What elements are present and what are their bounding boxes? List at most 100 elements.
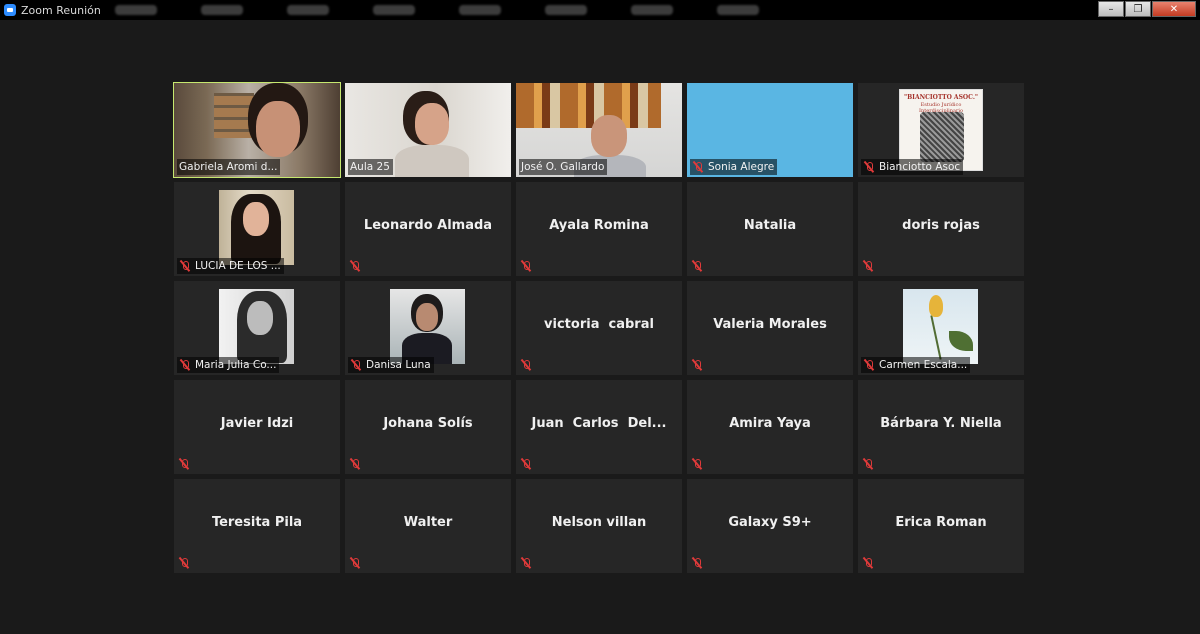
participant-display-name: Bárbara Y. Niella bbox=[880, 415, 1002, 431]
muted-mic-icon bbox=[520, 557, 532, 569]
participant-label: Gabriela Aromi d... bbox=[177, 159, 281, 175]
blurred-toolbar bbox=[115, 5, 759, 15]
participant-tile-javier-idzi[interactable]: Javier Idzi bbox=[174, 380, 340, 474]
participant-label: Maria Julia Co... bbox=[177, 357, 280, 373]
muted-mic-icon bbox=[178, 557, 190, 569]
participant-tile-johana-solis[interactable]: Johana Solís bbox=[345, 380, 511, 474]
participant-label: José O. Gallardo bbox=[519, 159, 608, 175]
muted-mic-icon bbox=[691, 260, 703, 272]
participant-tile-teresita-pila[interactable]: Teresita Pila bbox=[174, 479, 340, 573]
muted-mic-icon bbox=[691, 557, 703, 569]
picture-illustration bbox=[920, 112, 964, 162]
zoom-app-icon bbox=[4, 4, 16, 16]
participant-display-name: Galaxy S9+ bbox=[728, 514, 812, 530]
participant-tile-nelson-villan[interactable]: Nelson villan bbox=[516, 479, 682, 573]
profile-picture bbox=[219, 289, 294, 364]
window-title: Zoom Reunión bbox=[21, 3, 101, 17]
blurred-item bbox=[459, 5, 501, 15]
minimize-button[interactable]: – bbox=[1098, 1, 1124, 17]
participant-display-name: Leonardo Almada bbox=[363, 217, 493, 233]
participant-tile-natalia[interactable]: Natalia bbox=[687, 182, 853, 276]
participant-name: Aula 25 bbox=[350, 161, 390, 173]
participant-display-name: Nelson villan bbox=[551, 514, 647, 530]
blurred-item bbox=[545, 5, 587, 15]
participant-label: Danisa Luna bbox=[348, 357, 434, 373]
participant-tile-aula-25[interactable]: Aula 25 bbox=[345, 83, 511, 177]
participant-display-name: Amira Yaya bbox=[729, 415, 811, 431]
muted-mic-icon bbox=[520, 458, 532, 470]
restore-button[interactable]: ❐ bbox=[1125, 1, 1151, 17]
muted-mic-icon bbox=[862, 458, 874, 470]
profile-picture bbox=[390, 289, 465, 364]
participant-label: LUCIA DE LOS ... bbox=[177, 258, 284, 274]
participant-tile-sonia-alegre[interactable]: Sonia Alegre bbox=[687, 83, 853, 177]
participant-label: Sonia Alegre bbox=[690, 159, 778, 175]
muted-mic-icon bbox=[178, 458, 190, 470]
participant-name: Gabriela Aromi d... bbox=[179, 161, 278, 173]
muted-mic-icon bbox=[691, 359, 703, 371]
window-titlebar: Zoom Reunión – ❐ ✕ bbox=[0, 0, 1200, 20]
participant-tile-leonardo-almada[interactable]: Leonardo Almada bbox=[345, 182, 511, 276]
participant-name: José O. Gallardo bbox=[521, 161, 605, 173]
participant-display-name: Valeria Morales bbox=[713, 316, 827, 332]
muted-mic-icon bbox=[349, 260, 361, 272]
muted-mic-icon bbox=[692, 161, 704, 173]
participant-label: Aula 25 bbox=[348, 159, 393, 175]
participant-label: Bianciotto Asoc bbox=[861, 159, 964, 175]
profile-picture bbox=[903, 289, 978, 364]
participant-name: Maria Julia Co... bbox=[195, 359, 277, 371]
participant-display-name: Teresita Pila bbox=[211, 514, 303, 530]
participant-label: Carmen Escala... bbox=[861, 357, 971, 373]
participant-name: Sonia Alegre bbox=[708, 161, 775, 173]
participant-tile-barbara-niella[interactable]: Bárbara Y. Niella bbox=[858, 380, 1024, 474]
participant-tile-galaxy-s9[interactable]: Galaxy S9+ bbox=[687, 479, 853, 573]
muted-mic-icon bbox=[350, 359, 362, 371]
participant-display-name: victoria cabral bbox=[544, 316, 654, 332]
gallery-grid: Gabriela Aromi d... Aula 25 José O. Gall… bbox=[173, 82, 1024, 573]
muted-mic-icon bbox=[691, 458, 703, 470]
muted-mic-icon bbox=[863, 359, 875, 371]
participant-display-name: Javier Idzi bbox=[220, 415, 294, 431]
participant-tile-lucia[interactable]: LUCIA DE LOS ... bbox=[174, 182, 340, 276]
participant-display-name: Juan Carlos Del... bbox=[531, 415, 667, 431]
participant-tile-bianciotto[interactable]: "BIANCIOTTO ASOC." Estudio Jurídico Inte… bbox=[858, 83, 1024, 177]
muted-mic-icon bbox=[863, 161, 875, 173]
participant-name: Bianciotto Asoc bbox=[879, 161, 961, 173]
muted-mic-icon bbox=[862, 260, 874, 272]
muted-mic-icon bbox=[862, 557, 874, 569]
participant-tile-amira-yaya[interactable]: Amira Yaya bbox=[687, 380, 853, 474]
participant-tile-danisa-luna[interactable]: Danisa Luna bbox=[345, 281, 511, 375]
blurred-item bbox=[287, 5, 329, 15]
participant-name: LUCIA DE LOS ... bbox=[195, 260, 281, 272]
participant-tile-walter[interactable]: Walter bbox=[345, 479, 511, 573]
blurred-item bbox=[373, 5, 415, 15]
muted-mic-icon bbox=[349, 557, 361, 569]
participant-tile-ayala-romina[interactable]: Ayala Romina bbox=[516, 182, 682, 276]
blurred-item bbox=[201, 5, 243, 15]
participant-name: Danisa Luna bbox=[366, 359, 431, 371]
participant-display-name: Natalia bbox=[743, 217, 797, 233]
participant-tile-jose-gallardo[interactable]: José O. Gallardo bbox=[516, 83, 682, 177]
participant-display-name: Erica Roman bbox=[895, 514, 987, 530]
participant-tile-victoria-cabral[interactable]: victoria cabral bbox=[516, 281, 682, 375]
participant-name: Carmen Escala... bbox=[879, 359, 968, 371]
muted-mic-icon bbox=[179, 260, 191, 272]
muted-mic-icon bbox=[520, 359, 532, 371]
participant-display-name: Ayala Romina bbox=[549, 217, 649, 233]
participant-tile-carmen-escala[interactable]: Carmen Escala... bbox=[858, 281, 1024, 375]
close-button[interactable]: ✕ bbox=[1152, 1, 1196, 17]
picture-title: "BIANCIOTTO ASOC." bbox=[903, 94, 979, 101]
participant-tile-gabriela-aromi[interactable]: Gabriela Aromi d... bbox=[173, 82, 341, 178]
muted-mic-icon bbox=[349, 458, 361, 470]
participant-tile-maria-julia[interactable]: Maria Julia Co... bbox=[174, 281, 340, 375]
muted-mic-icon bbox=[179, 359, 191, 371]
blurred-item bbox=[115, 5, 157, 15]
participant-tile-erica-roman[interactable]: Erica Roman bbox=[858, 479, 1024, 573]
blurred-item bbox=[631, 5, 673, 15]
participant-tile-doris-rojas[interactable]: doris rojas bbox=[858, 182, 1024, 276]
participant-tile-juan-carlos[interactable]: Juan Carlos Del... bbox=[516, 380, 682, 474]
participant-tile-valeria-morales[interactable]: Valeria Morales bbox=[687, 281, 853, 375]
blurred-item bbox=[717, 5, 759, 15]
profile-picture bbox=[219, 190, 294, 265]
muted-mic-icon bbox=[520, 260, 532, 272]
